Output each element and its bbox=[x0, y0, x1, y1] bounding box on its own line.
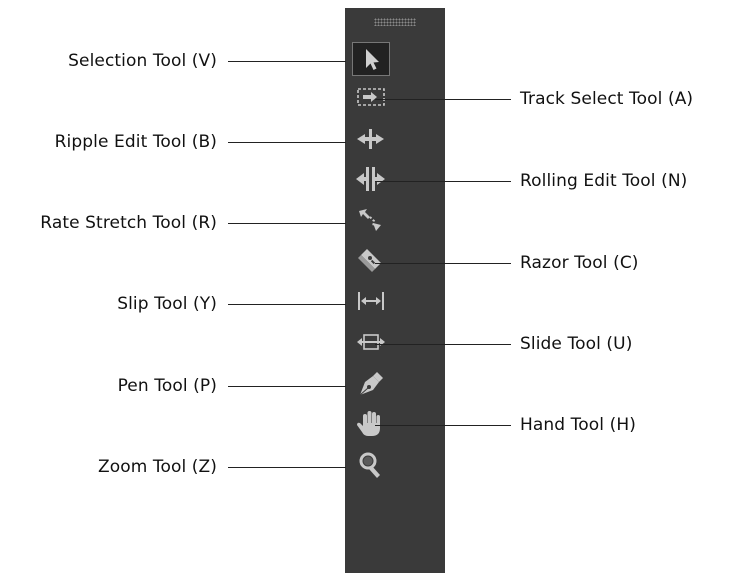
arrow-cursor-icon bbox=[352, 42, 390, 76]
razor-icon bbox=[358, 249, 381, 272]
track-select-tool-button[interactable] bbox=[351, 81, 391, 115]
magnifier-icon bbox=[359, 452, 380, 478]
label-zoom-tool: Zoom Tool (Z) bbox=[97, 457, 217, 477]
pen-icon bbox=[359, 372, 383, 396]
slide-icon bbox=[357, 334, 385, 350]
ripple-edit-tool-button[interactable] bbox=[351, 122, 391, 156]
label-razor-tool: Razor Tool (C) bbox=[520, 253, 639, 273]
leader-line-track-select bbox=[375, 99, 511, 100]
leader-line-hand bbox=[375, 425, 511, 426]
hand-icon bbox=[357, 411, 380, 436]
slide-tool-button[interactable] bbox=[351, 325, 391, 359]
slip-icon bbox=[358, 292, 384, 310]
razor-tool-button[interactable] bbox=[351, 244, 391, 278]
label-pen-tool: Pen Tool (P) bbox=[117, 376, 217, 396]
label-selection-tool: Selection Tool (V) bbox=[68, 51, 217, 71]
label-rolling-edit-tool: Rolling Edit Tool (N) bbox=[520, 171, 688, 191]
leader-line-rate-stretch bbox=[228, 223, 346, 224]
label-track-select-tool: Track Select Tool (A) bbox=[520, 89, 694, 109]
rate-stretch-tool-button[interactable] bbox=[351, 203, 391, 237]
hand-tool-button[interactable] bbox=[351, 406, 391, 440]
label-ripple-edit-tool: Ripple Edit Tool (B) bbox=[54, 132, 217, 152]
zoom-tool-button[interactable] bbox=[351, 448, 391, 482]
label-rate-stretch-tool: Rate Stretch Tool (R) bbox=[40, 213, 217, 233]
leader-line-razor bbox=[375, 263, 511, 264]
leader-line-slide bbox=[375, 344, 511, 345]
leader-line-ripple-edit bbox=[228, 142, 346, 143]
track-select-icon bbox=[357, 88, 385, 106]
label-slide-tool: Slide Tool (U) bbox=[520, 334, 633, 354]
rolling-edit-icon bbox=[356, 167, 385, 191]
slip-tool-button[interactable] bbox=[351, 284, 391, 318]
leader-line-rolling-edit bbox=[375, 181, 511, 182]
leader-line-pen bbox=[228, 386, 346, 387]
ripple-edit-icon bbox=[357, 129, 384, 149]
pen-tool-button[interactable] bbox=[351, 366, 391, 400]
selection-tool-button[interactable] bbox=[351, 42, 391, 76]
leader-line-zoom bbox=[228, 467, 346, 468]
leader-line-slip bbox=[228, 304, 346, 305]
rolling-edit-tool-button[interactable] bbox=[351, 162, 391, 196]
rate-stretch-icon bbox=[359, 209, 381, 231]
label-hand-tool: Hand Tool (H) bbox=[520, 415, 636, 435]
panel-grip-handle[interactable] bbox=[374, 18, 416, 26]
leader-line-selection bbox=[228, 61, 346, 62]
label-slip-tool: Slip Tool (Y) bbox=[117, 294, 217, 314]
